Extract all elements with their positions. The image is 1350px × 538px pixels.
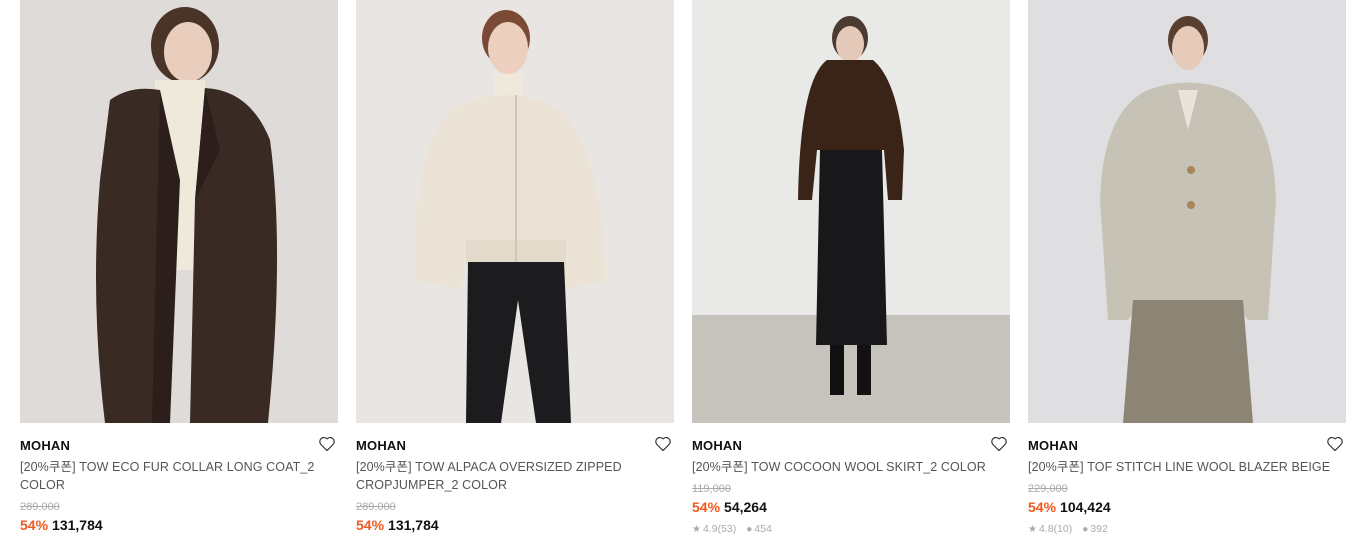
rating-value: 4.9(53) xyxy=(702,523,737,535)
rating-value: 4.8(10) xyxy=(1038,523,1073,535)
brand-name[interactable]: MOHAN xyxy=(20,438,70,453)
review-meta: ★ 4.8(10) ● 392 xyxy=(1028,522,1346,537)
product-image[interactable] xyxy=(20,0,338,423)
chat-icon: ● xyxy=(1082,524,1089,535)
product-card[interactable]: MOHAN [20%쿠폰] TOF STITCH LINE WOOL BLAZE… xyxy=(1028,0,1346,537)
discount-rate: 54% xyxy=(1028,499,1057,515)
heart-outline-icon[interactable] xyxy=(318,436,338,454)
original-price: 119,000 xyxy=(692,483,731,495)
likes-count: 454 xyxy=(754,523,772,535)
brand-row: MOHAN xyxy=(692,435,1010,457)
product-card[interactable]: MOHAN [20%쿠폰] TOW ALPACA OVERSIZED ZIPPE… xyxy=(356,0,674,537)
product-name[interactable]: [20%쿠폰] TOW ECO FUR COLLAR LONG COAT_2 C… xyxy=(20,458,338,494)
rating: ★ 4.9(53) xyxy=(692,522,736,537)
product-name[interactable]: [20%쿠폰] TOW COCOON WOOL SKIRT_2 COLOR xyxy=(692,458,1010,476)
sale-price: 131,784 xyxy=(52,517,103,533)
brand-name[interactable]: MOHAN xyxy=(1028,438,1078,453)
likes-count: 392 xyxy=(1090,523,1108,535)
price-row: 54% 104,424 xyxy=(1028,498,1346,516)
product-card[interactable]: MOHAN [20%쿠폰] TOW ECO FUR COLLAR LONG CO… xyxy=(20,0,338,537)
product-name[interactable]: [20%쿠폰] TOW ALPACA OVERSIZED ZIPPED CROP… xyxy=(356,458,674,494)
price-row: 54% 131,784 xyxy=(20,516,338,534)
discount-rate: 54% xyxy=(20,517,49,533)
original-price: 289,000 xyxy=(356,501,396,513)
discount-rate: 54% xyxy=(356,517,385,533)
brand-row: MOHAN xyxy=(20,435,338,457)
sale-price: 104,424 xyxy=(1060,499,1111,515)
heart-outline-icon[interactable] xyxy=(1326,436,1346,454)
product-grid: MOHAN [20%쿠폰] TOW ECO FUR COLLAR LONG CO… xyxy=(20,0,1346,537)
brand-name[interactable]: MOHAN xyxy=(356,438,406,453)
product-card[interactable]: MOHAN [20%쿠폰] TOW COCOON WOOL SKIRT_2 CO… xyxy=(692,0,1010,537)
price-row: 54% 131,784 xyxy=(356,516,674,534)
original-price: 229,000 xyxy=(1028,483,1068,495)
brand-name[interactable]: MOHAN xyxy=(692,438,742,453)
sale-price: 54,264 xyxy=(724,499,767,515)
product-image[interactable] xyxy=(1028,0,1346,423)
rating: ★ 4.8(10) xyxy=(1028,522,1072,537)
likes: ● 454 xyxy=(746,522,772,537)
product-image[interactable] xyxy=(692,0,1010,423)
chat-icon: ● xyxy=(746,524,753,535)
price-row: 54% 54,264 xyxy=(692,498,1010,516)
product-name[interactable]: [20%쿠폰] TOF STITCH LINE WOOL BLAZER BEIG… xyxy=(1028,458,1346,476)
original-price: 289,000 xyxy=(20,501,60,513)
discount-rate: 54% xyxy=(692,499,721,515)
likes: ● 392 xyxy=(1082,522,1108,537)
heart-outline-icon[interactable] xyxy=(654,436,674,454)
product-image[interactable] xyxy=(356,0,674,423)
heart-outline-icon[interactable] xyxy=(990,436,1010,454)
brand-row: MOHAN xyxy=(356,435,674,457)
star-icon: ★ xyxy=(1028,524,1037,535)
review-meta: ★ 4.9(53) ● 454 xyxy=(692,522,1010,537)
star-icon: ★ xyxy=(692,524,701,535)
sale-price: 131,784 xyxy=(388,517,439,533)
brand-row: MOHAN xyxy=(1028,435,1346,457)
